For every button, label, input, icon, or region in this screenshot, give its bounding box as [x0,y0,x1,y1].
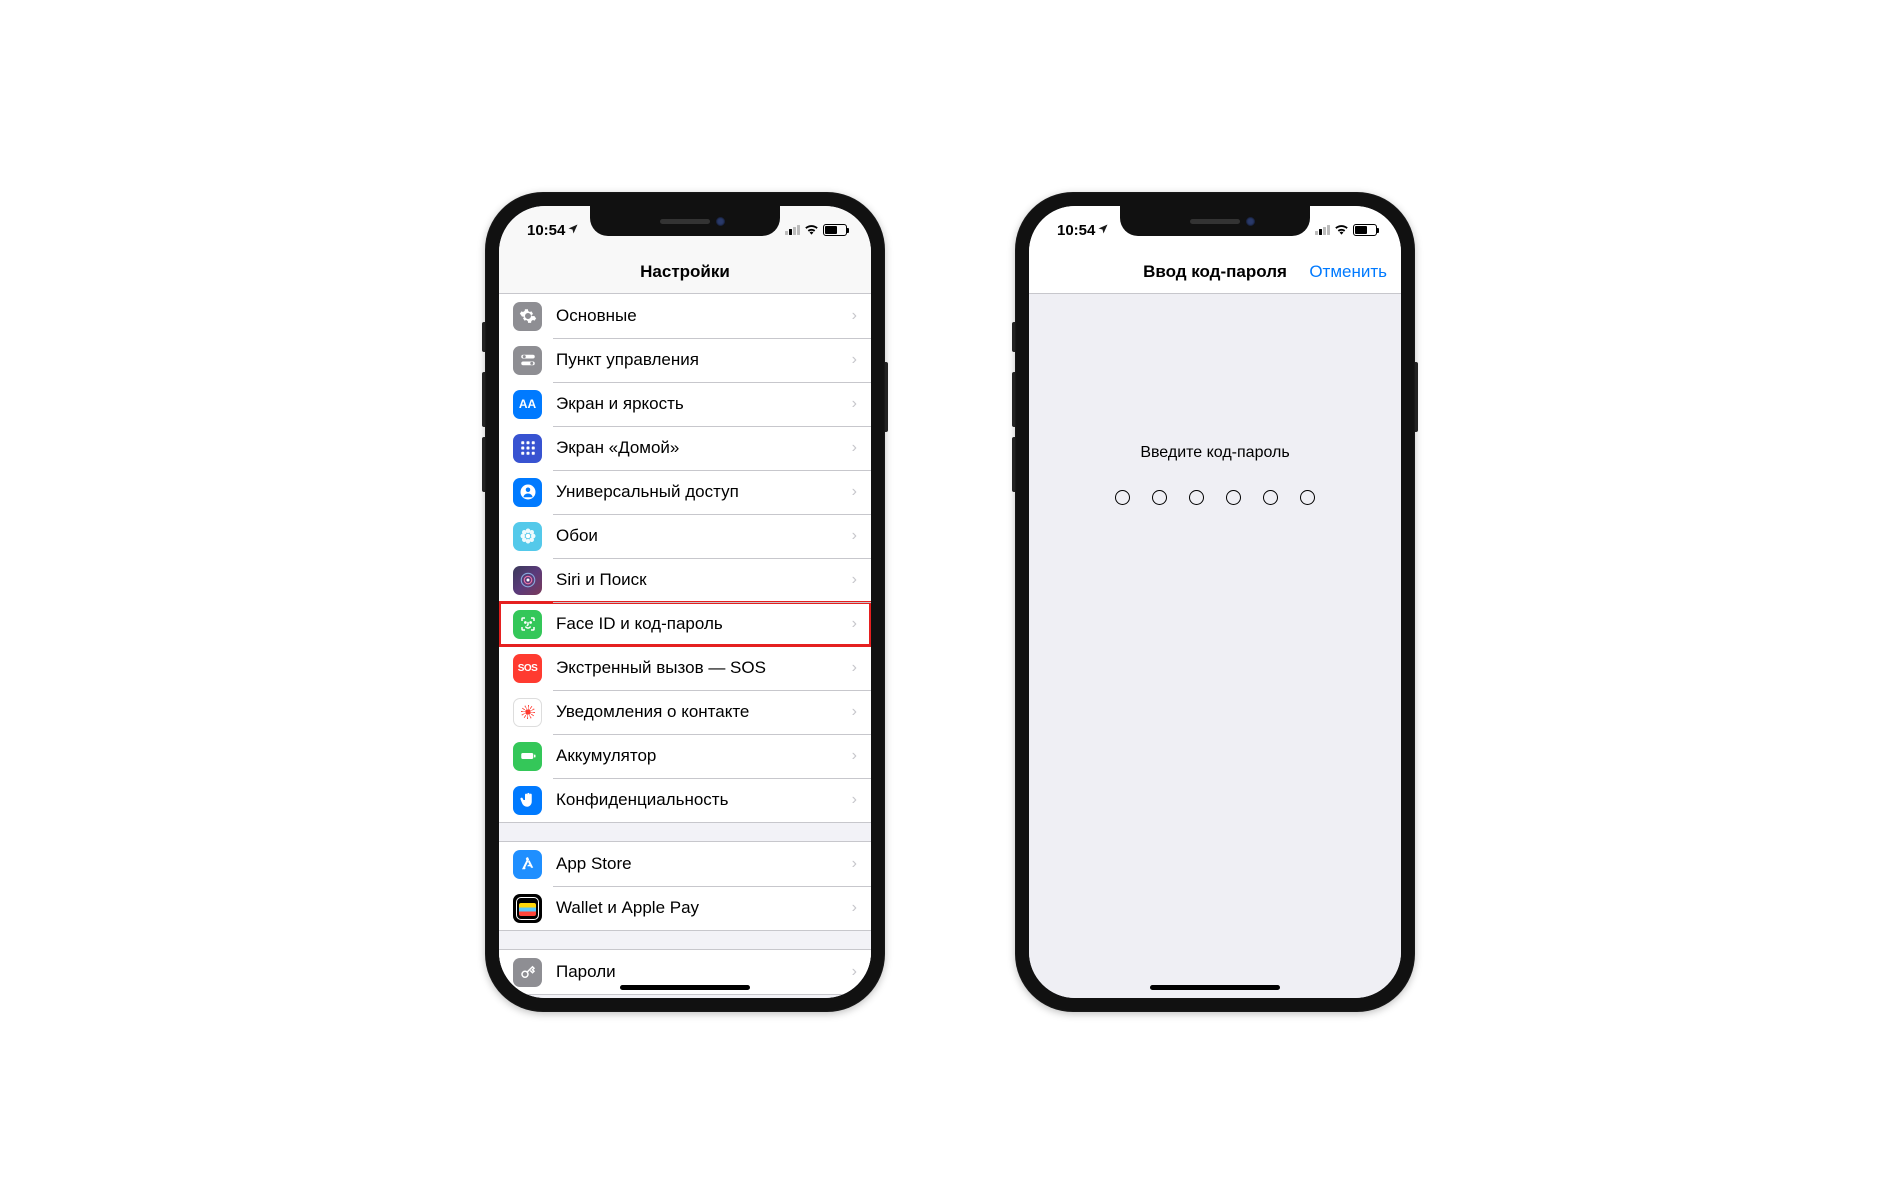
chevron-right-icon: › [852,899,871,917]
wifi-icon [1334,223,1349,238]
chevron-right-icon: › [852,855,871,873]
settings-row-siri[interactable]: Siri и Поиск› [499,558,871,602]
row-label: Универсальный доступ [556,482,852,502]
passcode-dot [1152,490,1167,505]
settings-row-person[interactable]: Универсальный доступ› [499,470,871,514]
chevron-right-icon: › [852,703,871,721]
location-icon [1097,223,1109,238]
chevron-right-icon: › [852,527,871,545]
location-icon [567,223,579,238]
battery-icon [823,224,847,236]
row-label: App Store [556,854,852,874]
row-label: Face ID и код-пароль [556,614,852,634]
settings-row-wallet[interactable]: Wallet и Apple Pay› [499,886,871,930]
row-label: Siri и Поиск [556,570,852,590]
settings-row-flower[interactable]: Обои› [499,514,871,558]
faceid-icon [513,610,542,639]
row-label: Wallet и Apple Pay [556,898,852,918]
wifi-icon [804,223,819,238]
settings-group-1: Основные›Пункт управления›AAЭкран и ярко… [499,294,871,823]
key-icon [513,958,542,987]
passcode-dot [1226,490,1241,505]
gear-icon [513,302,542,331]
chevron-right-icon: › [852,307,871,325]
hand-icon [513,786,542,815]
row-label: Экран и яркость [556,394,852,414]
chevron-right-icon: › [852,963,871,981]
appstore-icon [513,850,542,879]
passcode-dot [1115,490,1130,505]
chevron-right-icon: › [852,439,871,457]
settings-row-sos[interactable]: SOS Экстренный вызов — SOS› [499,646,871,690]
sos-icon: SOS [513,654,542,683]
settings-row-exposure[interactable]: Уведомления о контакте› [499,690,871,734]
chevron-right-icon: › [852,747,871,765]
passcode-entry: Введите код-пароль [1029,294,1401,998]
person-icon [513,478,542,507]
row-label: Обои [556,526,852,546]
settings-row-faceid[interactable]: Face ID и код-пароль› [499,602,871,646]
switches-icon [513,346,542,375]
settings-row-aa[interactable]: AA Экран и яркость› [499,382,871,426]
nav-header: Настройки [499,250,871,294]
chevron-right-icon: › [852,659,871,677]
settings-row-gear[interactable]: Основные› [499,294,871,338]
aa-icon: AA [513,390,542,419]
signal-icon [785,225,800,235]
row-label: Уведомления о контакте [556,702,852,722]
settings-row-appstore[interactable]: App Store› [499,842,871,886]
passcode-prompt: Введите код-пароль [1029,444,1401,462]
page-title: Ввод код-пароля [1143,262,1287,282]
chevron-right-icon: › [852,791,871,809]
chevron-right-icon: › [852,571,871,589]
passcode-dots[interactable] [1029,490,1401,505]
siri-icon [513,566,542,595]
flower-icon [513,522,542,551]
signal-icon [1315,225,1330,235]
page-title: Настройки [640,262,730,282]
exposure-icon [513,698,542,727]
wallet-icon [513,894,542,923]
passcode-dot [1300,490,1315,505]
passcode-dot [1263,490,1278,505]
nav-header: Ввод код-пароля Отменить [1029,250,1401,294]
chevron-right-icon: › [852,351,871,369]
chevron-right-icon: › [852,395,871,413]
battery-icon [513,742,542,771]
cancel-button[interactable]: Отменить [1309,262,1387,282]
phone-settings: 10:54 Настройки Основные›Пункт управлени… [485,192,885,1012]
status-time: 10:54 [527,222,565,239]
settings-row-hand[interactable]: Конфиденциальность› [499,778,871,822]
home-indicator[interactable] [1150,985,1280,990]
row-label: Пароли [556,962,852,982]
row-label: Экран «Домой» [556,438,852,458]
row-label: Пункт управления [556,350,852,370]
row-label: Основные [556,306,852,326]
row-label: Экстренный вызов — SOS [556,658,852,678]
passcode-dot [1189,490,1204,505]
row-label: Конфиденциальность [556,790,852,810]
settings-row-grid[interactable]: Экран «Домой»› [499,426,871,470]
notch [590,206,780,236]
battery-icon [1353,224,1377,236]
row-label: Аккумулятор [556,746,852,766]
notch [1120,206,1310,236]
status-time: 10:54 [1057,222,1095,239]
chevron-right-icon: › [852,615,871,633]
settings-row-battery[interactable]: Аккумулятор› [499,734,871,778]
chevron-right-icon: › [852,483,871,501]
home-indicator[interactable] [620,985,750,990]
grid-icon [513,434,542,463]
phone-passcode: 10:54 Ввод код-пароля Отменить Введите к… [1015,192,1415,1012]
settings-row-switches[interactable]: Пункт управления› [499,338,871,382]
settings-group-2: App Store›Wallet и Apple Pay› [499,841,871,931]
